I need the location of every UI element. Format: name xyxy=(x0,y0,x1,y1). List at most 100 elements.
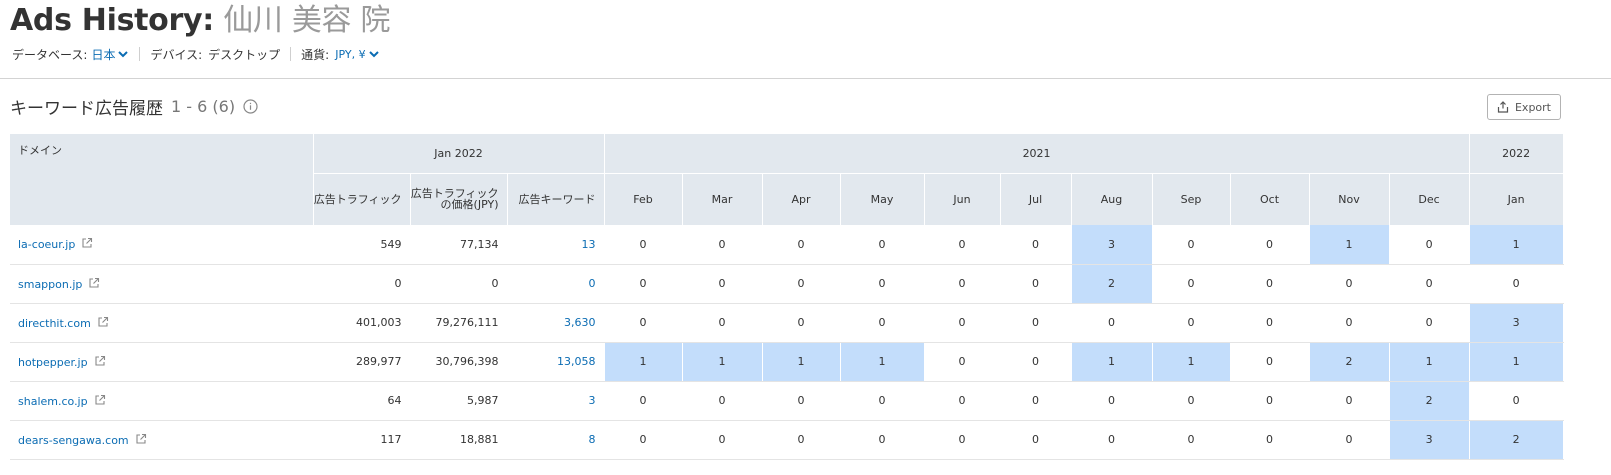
export-button[interactable]: Export xyxy=(1487,94,1561,120)
monthly-ads-cell[interactable]: 0 xyxy=(1000,264,1072,304)
monthly-ads-cell[interactable]: 2 xyxy=(1309,342,1390,382)
ad-keywords-link[interactable]: 13 xyxy=(507,225,605,265)
monthly-ads-cell[interactable]: 0 xyxy=(1071,303,1153,343)
domain-link[interactable]: la-coeur.jp xyxy=(18,238,75,251)
monthly-ads-cell[interactable]: 2 xyxy=(1071,264,1153,304)
column-header-ad-traffic-price[interactable]: 広告トラフィックの価格(JPY) xyxy=(410,172,508,225)
monthly-ads-cell[interactable]: 0 xyxy=(1389,225,1470,265)
monthly-ads-cell[interactable]: 0 xyxy=(1389,303,1470,343)
monthly-ads-cell[interactable]: 0 xyxy=(1000,225,1072,265)
monthly-ads-cell[interactable]: 0 xyxy=(840,420,925,460)
monthly-ads-cell[interactable]: 0 xyxy=(1071,381,1153,421)
monthly-ads-cell[interactable]: 1 xyxy=(1389,342,1470,382)
monthly-ads-cell[interactable]: 0 xyxy=(1309,303,1390,343)
monthly-ads-cell[interactable]: 0 xyxy=(840,225,925,265)
monthly-ads-cell[interactable]: 0 xyxy=(762,264,841,304)
monthly-ads-cell[interactable]: 0 xyxy=(1000,381,1072,421)
monthly-ads-cell[interactable]: 1 xyxy=(1152,342,1231,382)
monthly-ads-cell[interactable]: 0 xyxy=(1230,342,1310,382)
column-header-ad-traffic[interactable]: 広告トラフィック xyxy=(313,172,411,225)
monthly-ads-cell[interactable]: 1 xyxy=(762,342,841,382)
monthly-ads-cell[interactable]: 0 xyxy=(1309,420,1390,460)
monthly-ads-cell[interactable]: 0 xyxy=(924,303,1001,343)
monthly-ads-cell[interactable]: 0 xyxy=(762,381,841,421)
monthly-ads-cell[interactable]: 0 xyxy=(1000,342,1072,382)
monthly-ads-cell[interactable]: 0 xyxy=(682,303,763,343)
ad-keywords-link[interactable]: 3 xyxy=(507,381,605,421)
monthly-ads-cell[interactable]: 0 xyxy=(1230,264,1310,304)
monthly-ads-cell[interactable]: 0 xyxy=(762,225,841,265)
monthly-ads-cell[interactable]: 0 xyxy=(1230,225,1310,265)
monthly-ads-cell[interactable]: 0 xyxy=(840,303,925,343)
monthly-ads-cell[interactable]: 0 xyxy=(924,342,1001,382)
currency-filter-dropdown[interactable]: JPY, ¥ xyxy=(335,48,379,61)
column-header-ad-keywords[interactable]: 広告キーワード xyxy=(507,172,605,225)
monthly-ads-cell[interactable]: 1 xyxy=(603,342,683,382)
monthly-ads-cell[interactable]: 0 xyxy=(1230,303,1310,343)
monthly-ads-cell[interactable]: 0 xyxy=(1469,381,1564,421)
ad-keywords-link[interactable]: 13,058 xyxy=(507,342,605,382)
monthly-ads-cell[interactable]: 0 xyxy=(1000,420,1072,460)
monthly-ads-cell[interactable]: 1 xyxy=(840,342,925,382)
external-link-icon[interactable] xyxy=(82,277,100,291)
monthly-ads-cell[interactable]: 0 xyxy=(924,264,1001,304)
monthly-ads-cell[interactable]: 1 xyxy=(1071,342,1153,382)
monthly-ads-cell[interactable]: 3 xyxy=(1469,303,1564,343)
monthly-ads-cell[interactable]: 0 xyxy=(1152,420,1231,460)
monthly-ads-cell[interactable]: 3 xyxy=(1389,420,1470,460)
monthly-ads-cell[interactable]: 0 xyxy=(1230,381,1310,421)
monthly-ads-cell[interactable]: 0 xyxy=(924,420,1001,460)
monthly-ads-cell[interactable]: 0 xyxy=(1000,303,1072,343)
monthly-ads-cell[interactable]: 2 xyxy=(1389,381,1470,421)
ads-history-table: ドメイン Jan 2022 2021 2022 広告トラフィック 広告トラフィッ… xyxy=(10,134,1564,460)
monthly-ads-cell[interactable]: 0 xyxy=(603,381,683,421)
monthly-ads-cell[interactable]: 2 xyxy=(1469,420,1564,460)
monthly-ads-cell[interactable]: 0 xyxy=(924,381,1001,421)
monthly-ads-cell[interactable]: 0 xyxy=(1152,303,1231,343)
monthly-ads-cell[interactable]: 0 xyxy=(603,264,683,304)
database-filter-dropdown[interactable]: 日本 xyxy=(91,46,129,63)
column-header-domain[interactable]: ドメイン xyxy=(10,134,314,225)
external-link-icon[interactable] xyxy=(91,316,109,330)
monthly-ads-cell[interactable]: 0 xyxy=(603,303,683,343)
ad-traffic-price-cell: 30,796,398 xyxy=(410,342,508,382)
domain-link[interactable]: dears-sengawa.com xyxy=(18,434,129,447)
monthly-ads-cell[interactable]: 1 xyxy=(682,342,763,382)
monthly-ads-cell[interactable]: 0 xyxy=(1152,381,1231,421)
domain-link[interactable]: hotpepper.jp xyxy=(18,356,88,369)
monthly-ads-cell[interactable]: 0 xyxy=(1152,264,1231,304)
monthly-ads-cell[interactable]: 0 xyxy=(1152,225,1231,265)
monthly-ads-cell[interactable]: 0 xyxy=(1309,381,1390,421)
monthly-ads-cell[interactable]: 0 xyxy=(1230,420,1310,460)
monthly-ads-cell[interactable]: 0 xyxy=(924,225,1001,265)
monthly-ads-cell[interactable]: 0 xyxy=(603,225,683,265)
monthly-ads-cell[interactable]: 0 xyxy=(603,420,683,460)
monthly-ads-cell[interactable]: 0 xyxy=(1469,264,1564,304)
monthly-ads-cell[interactable]: 0 xyxy=(762,303,841,343)
monthly-ads-cell[interactable]: 0 xyxy=(840,264,925,304)
monthly-ads-cell[interactable]: 0 xyxy=(840,381,925,421)
external-link-icon[interactable] xyxy=(88,394,106,408)
monthly-ads-cell[interactable]: 0 xyxy=(1071,420,1153,460)
monthly-ads-cell[interactable]: 0 xyxy=(682,225,763,265)
monthly-ads-cell[interactable]: 0 xyxy=(1309,264,1390,304)
monthly-ads-cell[interactable]: 1 xyxy=(1469,225,1564,265)
monthly-ads-cell[interactable]: 3 xyxy=(1071,225,1153,265)
monthly-ads-cell[interactable]: 0 xyxy=(682,420,763,460)
monthly-ads-cell[interactable]: 0 xyxy=(682,381,763,421)
info-icon[interactable] xyxy=(243,98,258,114)
ad-keywords-link[interactable]: 8 xyxy=(507,420,605,460)
domain-link[interactable]: smappon.jp xyxy=(18,278,82,291)
monthly-ads-cell[interactable]: 0 xyxy=(1389,264,1470,304)
monthly-ads-cell[interactable]: 1 xyxy=(1309,225,1390,265)
external-link-icon[interactable] xyxy=(88,355,106,369)
monthly-ads-cell[interactable]: 1 xyxy=(1469,342,1564,382)
domain-link[interactable]: shalem.co.jp xyxy=(18,395,88,408)
monthly-ads-cell[interactable]: 0 xyxy=(682,264,763,304)
monthly-ads-cell[interactable]: 0 xyxy=(762,420,841,460)
external-link-icon[interactable] xyxy=(75,238,93,251)
ad-keywords-link[interactable]: 0 xyxy=(507,264,605,304)
ad-keywords-link[interactable]: 3,630 xyxy=(507,303,605,343)
domain-link[interactable]: directhit.com xyxy=(18,317,91,330)
external-link-icon[interactable] xyxy=(129,433,147,447)
